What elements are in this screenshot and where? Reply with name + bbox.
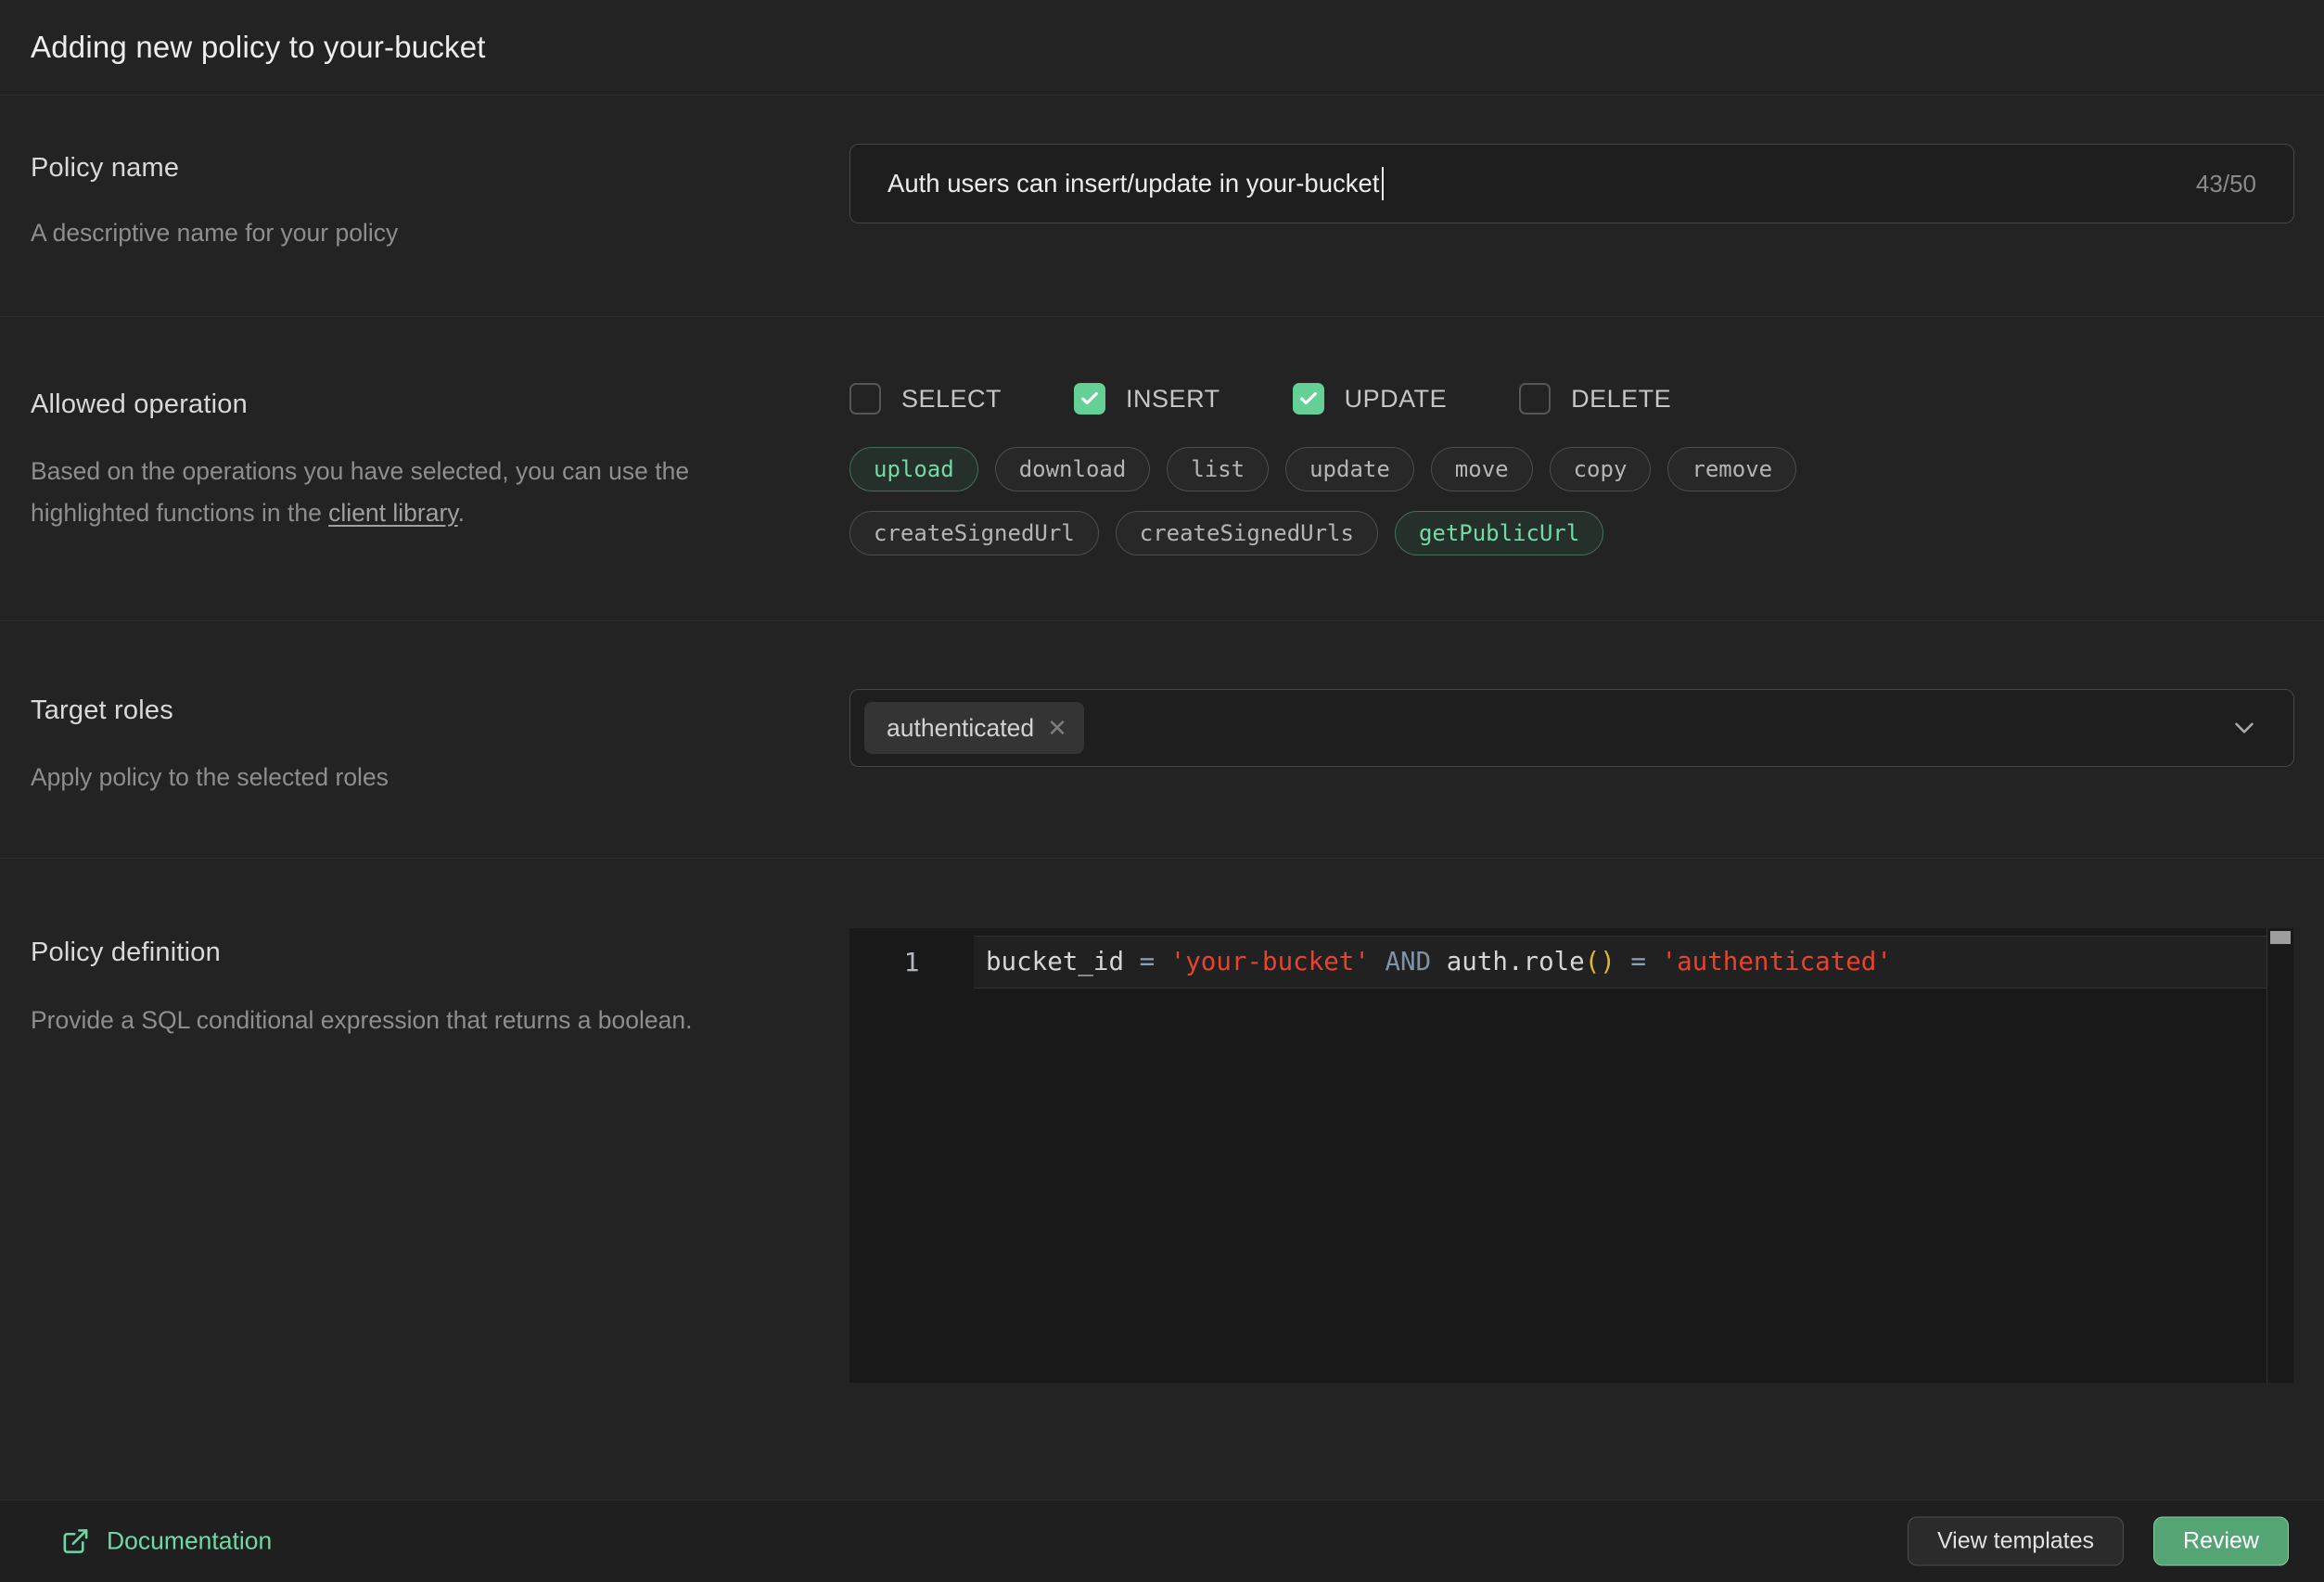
allowed-operation-label: Allowed operation [31, 389, 248, 420]
sql-code-editor[interactable]: 1 bucket_id = 'your-bucket' AND auth.rol… [849, 928, 2293, 1383]
line-number: 1 [849, 936, 974, 989]
pill-remove: remove [1667, 447, 1796, 491]
pill-update: update [1285, 447, 1414, 491]
view-templates-button[interactable]: View templates [1908, 1517, 2124, 1566]
function-pills-row-1: upload download list update move copy re… [849, 447, 1796, 491]
pill-createsignedurls: createSignedUrls [1116, 511, 1378, 555]
pill-copy: copy [1550, 447, 1652, 491]
pill-download: download [995, 447, 1151, 491]
external-link-icon [61, 1527, 90, 1556]
checkbox-select-label: SELECT [901, 385, 1002, 414]
policy-name-value: Auth users can insert/update in your-buc… [887, 169, 1379, 198]
dialog-header: Adding new policy to your-bucket [0, 0, 2324, 96]
checkbox-update[interactable]: UPDATE [1293, 383, 1448, 415]
scrollbar-thumb[interactable] [2270, 931, 2291, 944]
code-line-1[interactable]: bucket_id = 'your-bucket' AND auth.role(… [974, 936, 2267, 989]
code-token: auth [1447, 947, 1508, 976]
text-cursor [1382, 167, 1384, 200]
remove-role-icon[interactable]: ✕ [1047, 716, 1067, 740]
allowed-operation-description: Based on the operations you have selecte… [31, 451, 782, 534]
char-counter: 43/50 [2196, 170, 2256, 198]
checkbox-insert[interactable]: INSERT [1074, 383, 1220, 415]
editor-scrollbar[interactable] [2267, 928, 2293, 1383]
checkbox-delete-label: DELETE [1571, 385, 1671, 414]
code-token: 'your-bucket' [1170, 947, 1370, 976]
dialog-title: Adding new policy to your-bucket [31, 30, 486, 65]
code-token: bucket_id [986, 947, 1124, 976]
footer-buttons: View templates Review [1908, 1517, 2289, 1566]
review-button[interactable]: Review [2153, 1517, 2289, 1566]
target-roles-label: Target roles [31, 695, 173, 726]
code-token: = [1124, 947, 1170, 976]
add-policy-dialog: Adding new policy to your-bucket Policy … [0, 0, 2324, 1582]
documentation-label: Documentation [107, 1527, 272, 1556]
checkbox-select[interactable]: SELECT [849, 383, 1002, 415]
dialog-footer: Documentation View templates Review [0, 1499, 2324, 1582]
role-chip-label: authenticated [887, 714, 1034, 743]
checkbox-insert-box[interactable] [1074, 383, 1105, 415]
policy-definition-section: Policy definition Provide a SQL conditio… [0, 858, 2324, 1499]
code-token: role [1524, 947, 1585, 976]
target-roles-select[interactable]: authenticated ✕ [849, 689, 2294, 767]
policy-name-input[interactable]: Auth users can insert/update in your-buc… [849, 144, 2294, 223]
code-token: . [1508, 947, 1524, 976]
pill-list: list [1167, 447, 1269, 491]
target-roles-description: Apply policy to the selected roles [31, 757, 389, 798]
code-token: () [1585, 947, 1615, 976]
checkbox-delete[interactable]: DELETE [1519, 383, 1671, 415]
pill-getpublicurl: getPublicUrl [1395, 511, 1603, 555]
code-token: = [1615, 947, 1662, 976]
pill-upload: upload [849, 447, 978, 491]
policy-name-label: Policy name [31, 153, 179, 184]
code-token: AND [1370, 947, 1447, 976]
checkbox-delete-box[interactable] [1519, 383, 1551, 415]
chevron-down-icon[interactable] [2228, 712, 2260, 744]
checkbox-select-box[interactable] [849, 383, 881, 415]
documentation-link[interactable]: Documentation [61, 1527, 272, 1556]
client-library-link[interactable]: client library [328, 499, 457, 527]
role-chip-authenticated[interactable]: authenticated ✕ [864, 702, 1084, 754]
policy-definition-description: Provide a SQL conditional expression tha… [31, 1000, 721, 1041]
checkbox-update-box[interactable] [1293, 383, 1324, 415]
policy-name-section: Policy name A descriptive name for your … [0, 96, 2324, 316]
policy-definition-label: Policy definition [31, 938, 221, 968]
checkbox-insert-label: INSERT [1126, 385, 1220, 414]
checkbox-update-label: UPDATE [1345, 385, 1448, 414]
policy-name-description: A descriptive name for your policy [31, 212, 398, 254]
pill-createsignedurl: createSignedUrl [849, 511, 1099, 555]
function-pills-row-2: createSignedUrl createSignedUrls getPubl… [849, 511, 1603, 555]
pill-move: move [1431, 447, 1533, 491]
operation-checkbox-row: SELECT INSERT UPDATE DELETE [849, 383, 1671, 415]
code-token: 'authenticated' [1662, 947, 1892, 976]
target-roles-section: Target roles Apply policy to the selecte… [0, 620, 2324, 858]
allowed-operation-section: Allowed operation Based on the operation… [0, 316, 2324, 620]
